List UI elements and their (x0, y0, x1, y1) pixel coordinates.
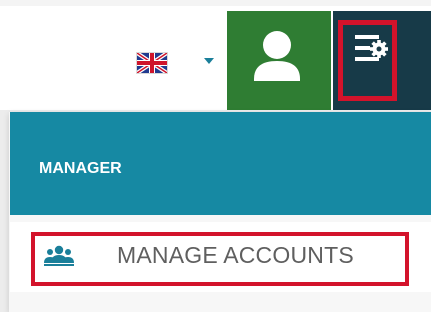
user-icon (254, 31, 300, 81)
user-button[interactable] (227, 11, 331, 110)
settings-button-highlight (338, 20, 397, 101)
users-group-icon (44, 245, 74, 266)
menu-section-title: MANAGER (39, 160, 122, 177)
menu-item-label: MANAGE ACCOUNTS (117, 242, 354, 268)
topbar-edge (0, 0, 431, 6)
uk-flag-icon[interactable] (137, 53, 167, 73)
chevron-down-icon[interactable] (204, 58, 214, 64)
